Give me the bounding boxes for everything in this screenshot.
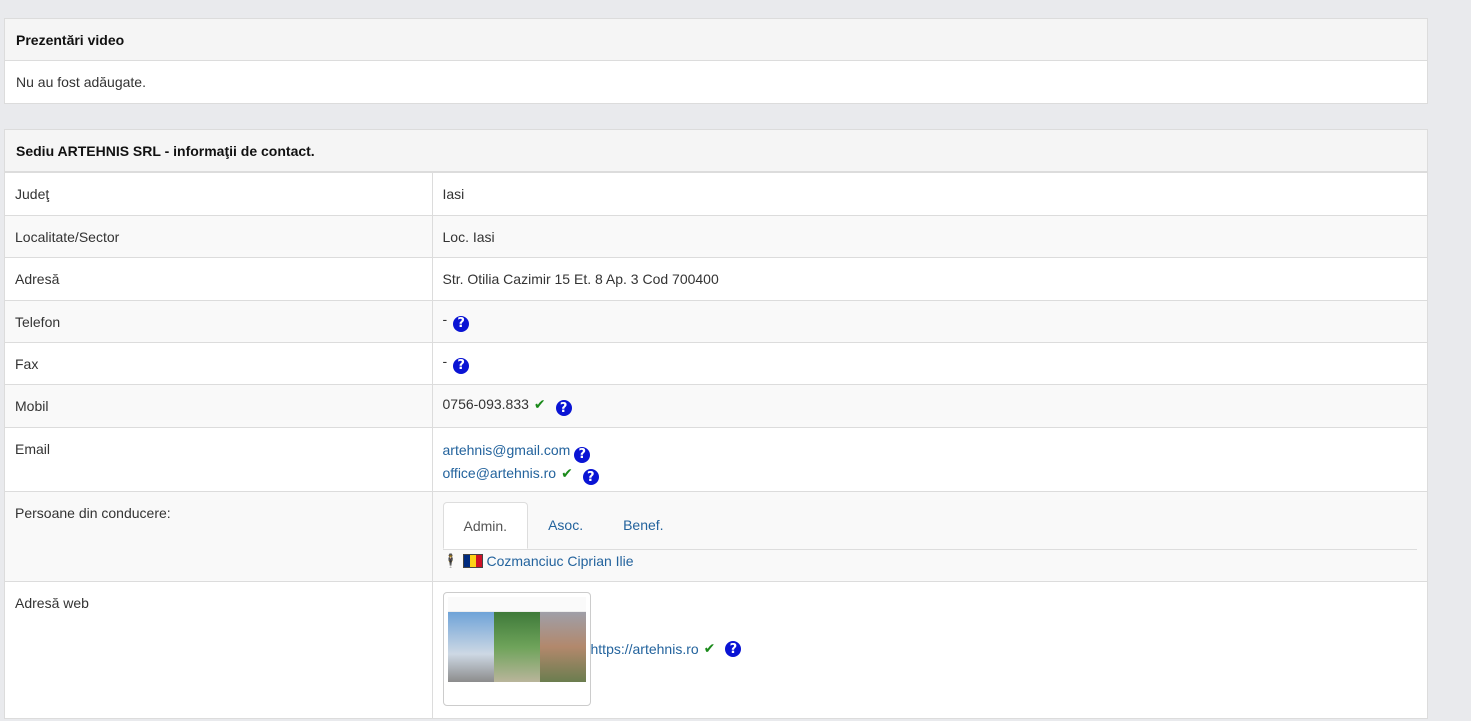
- telefon-value: -: [442, 311, 448, 328]
- thumbnail-house-image: [539, 612, 586, 682]
- thumbnail-building-image: [447, 612, 494, 682]
- contact-panel: Sediu ARTEHNIS SRL - informaţii de conta…: [4, 129, 1428, 719]
- fax-value: -: [442, 353, 448, 370]
- row-telefon: Telefon -?: [5, 300, 1427, 343]
- mobil-cell: 0756-093.833 ✔?: [432, 384, 1427, 428]
- persoane-cell: Admin. Asoc. Benef. 🕴 Cozmanciuc Ciprian…: [432, 491, 1427, 582]
- fax-cell: -?: [432, 342, 1427, 385]
- website-thumbnail-image: [447, 597, 586, 701]
- question-circle-icon[interactable]: ?: [555, 400, 572, 417]
- question-circle-icon[interactable]: ?: [453, 315, 470, 332]
- question-circle-icon[interactable]: ?: [582, 469, 599, 485]
- email-line-2: office@artehnis.ro ✔?: [443, 463, 1418, 485]
- localitate-label: Localitate/Sector: [5, 215, 433, 258]
- row-email: Email artehnis@gmail.com? office@artehni…: [5, 427, 1427, 492]
- mobil-value: 0756-093.833: [442, 395, 529, 412]
- persoane-tabs: Admin. Asoc. Benef.: [442, 502, 1417, 550]
- email-cell: artehnis@gmail.com? office@artehnis.ro ✔?: [432, 427, 1427, 492]
- contact-panel-heading: Sediu ARTEHNIS SRL - informaţii de conta…: [5, 130, 1427, 172]
- row-web: Adresă web https://artehnis.ro ✔?: [5, 581, 1427, 718]
- email-link-1[interactable]: artehnis@gmail.com: [443, 442, 571, 458]
- person-row: 🕴 Cozmanciuc Ciprian Ilie: [443, 553, 1418, 569]
- romania-flag-icon: [462, 554, 483, 568]
- thumbnail-forest-image: [493, 612, 540, 682]
- video-empty-text: Nu au fost adăugate.: [16, 74, 146, 90]
- row-judet: Judeţ Iasi: [5, 172, 1427, 216]
- question-circle-icon[interactable]: ?: [574, 446, 591, 463]
- web-cell: https://artehnis.ro ✔?: [432, 581, 1427, 718]
- thumbnail-header-bar: [447, 597, 586, 612]
- telefon-label: Telefon: [5, 300, 433, 343]
- check-icon: ✔: [561, 465, 573, 482]
- localitate-value: Loc. Iasi: [432, 215, 1427, 258]
- row-fax: Fax -?: [5, 342, 1427, 385]
- row-mobil: Mobil 0756-093.833 ✔?: [5, 384, 1427, 428]
- mobil-label: Mobil: [5, 384, 433, 428]
- telefon-cell: -?: [432, 300, 1427, 343]
- thumbnail-footer: [447, 682, 586, 701]
- row-localitate: Localitate/Sector Loc. Iasi: [5, 215, 1427, 258]
- check-icon: ✔: [533, 396, 546, 413]
- adresa-value: Str. Otilia Cazimir 15 Et. 8 Ap. 3 Cod 7…: [432, 257, 1427, 301]
- video-panel-heading: Prezentări video: [5, 19, 1427, 61]
- thumbnail-images: [447, 612, 586, 682]
- persoane-label: Persoane din conducere:: [5, 491, 433, 582]
- person-icon: 🕴: [442, 553, 459, 569]
- web-label: Adresă web: [5, 581, 433, 718]
- video-panel: Prezentări video Nu au fost adăugate.: [4, 18, 1428, 104]
- website-link[interactable]: https://artehnis.ro: [591, 641, 699, 657]
- email-label: Email: [5, 427, 433, 492]
- person-link[interactable]: Cozmanciuc Ciprian Ilie: [487, 553, 634, 569]
- contact-table: Judeţ Iasi Localitate/Sector Loc. Iasi A…: [5, 172, 1427, 718]
- tab-admin[interactable]: Admin.: [442, 502, 529, 549]
- fax-label: Fax: [5, 342, 433, 385]
- email-line-1: artehnis@gmail.com?: [443, 440, 1418, 463]
- adresa-label: Adresă: [5, 257, 433, 301]
- row-adresa: Adresă Str. Otilia Cazimir 15 Et. 8 Ap. …: [5, 257, 1427, 301]
- question-circle-icon[interactable]: ?: [453, 357, 470, 374]
- judet-label: Judeţ: [5, 172, 433, 216]
- check-icon: ✔: [703, 641, 716, 657]
- website-thumbnail[interactable]: [442, 592, 591, 706]
- tab-asoc[interactable]: Asoc.: [528, 502, 603, 549]
- tab-benef[interactable]: Benef.: [603, 502, 683, 549]
- row-persoane: Persoane din conducere: Admin. Asoc. Ben…: [5, 491, 1427, 582]
- question-circle-icon[interactable]: ?: [725, 641, 742, 657]
- email-link-2[interactable]: office@artehnis.ro: [443, 465, 557, 481]
- judet-value: Iasi: [432, 172, 1427, 216]
